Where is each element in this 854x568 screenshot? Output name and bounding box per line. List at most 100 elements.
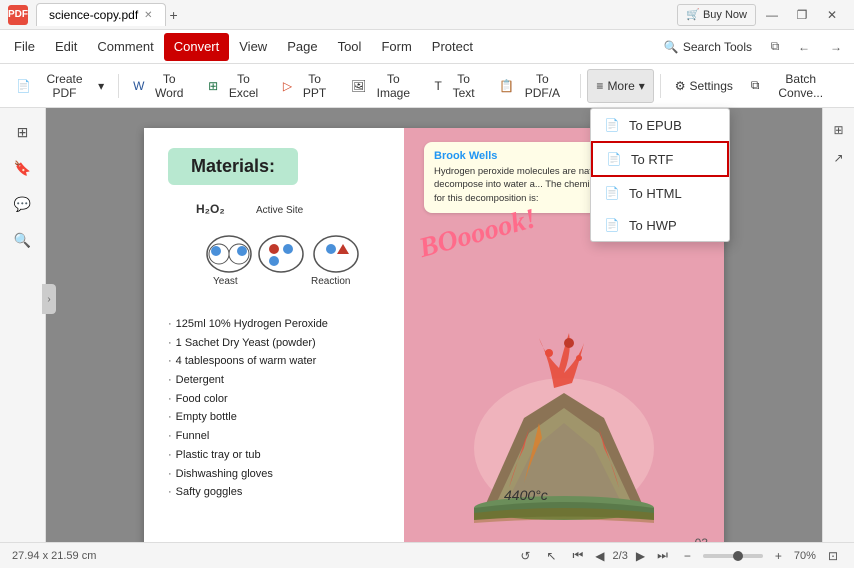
rtf-label: To RTF xyxy=(631,152,673,167)
to-excel-btn[interactable]: ⊞ To Excel xyxy=(200,69,273,103)
mat-10: Safty goggles xyxy=(176,483,243,502)
toolbar-divider-2 xyxy=(580,74,581,98)
to-word-btn[interactable]: W To Word xyxy=(125,69,198,103)
search-panel-icon[interactable]: 🔍 xyxy=(7,224,39,256)
status-bar: 27.94 x 21.59 cm ↺ ↖ ⏮ ◀ 2/3 ▶ ⏭ − + 70%… xyxy=(0,542,854,568)
menu-form[interactable]: Form xyxy=(371,33,421,61)
menu-tool[interactable]: Tool xyxy=(328,33,372,61)
pdf-left-content: Materials: H₂O₂ Active Site xyxy=(144,128,404,542)
page-indicator: 2/3 xyxy=(613,550,628,562)
menu-page[interactable]: Page xyxy=(277,33,327,61)
mat-1: 125ml 10% Hydrogen Peroxide xyxy=(176,315,328,334)
to-html-item[interactable]: 📄 To HTML xyxy=(591,177,729,209)
buy-now-icon: 🛒 xyxy=(686,8,700,21)
right-icon-2[interactable]: ↗ xyxy=(827,146,851,170)
menu-bar: File Edit Comment Convert View Page Tool… xyxy=(0,30,854,64)
to-pdfa-icon: 📋 xyxy=(499,79,514,93)
epub-icon: 📄 xyxy=(603,116,621,134)
forward-btn[interactable]: → xyxy=(822,36,850,58)
add-tab-btn[interactable]: + xyxy=(170,7,178,23)
buy-now-btn[interactable]: 🛒 Buy Now xyxy=(677,4,756,26)
to-hwp-item[interactable]: 📄 To HWP xyxy=(591,209,729,241)
create-pdf-label: Create PDF xyxy=(35,72,94,100)
last-page-btn[interactable]: ⏭ xyxy=(653,546,672,565)
toolbar-divider-3 xyxy=(660,74,661,98)
status-right: ↺ ↖ ⏮ ◀ 2/3 ▶ ⏭ − + 70% ⊡ xyxy=(516,546,842,565)
to-ppt-btn[interactable]: ▷ To PPT xyxy=(275,69,341,103)
mat-8: Plastic tray or tub xyxy=(176,446,261,465)
to-image-btn[interactable]: 🖼 To Image xyxy=(343,69,424,103)
first-page-btn[interactable]: ⏮ xyxy=(568,546,587,565)
to-rtf-item[interactable]: 📄 To RTF xyxy=(591,141,729,177)
menu-view[interactable]: View xyxy=(229,33,277,61)
close-btn[interactable]: ✕ xyxy=(818,4,846,26)
molecule-diagram: H₂O₂ Active Site xyxy=(191,199,361,299)
comment-panel-icon[interactable]: 💬 xyxy=(7,188,39,220)
menu-file[interactable]: File xyxy=(4,33,45,61)
page-navigation: ⏮ ◀ 2/3 ▶ ⏭ xyxy=(568,546,671,565)
zoom-slider[interactable] xyxy=(703,554,763,558)
volcano-container xyxy=(404,328,724,528)
minimize-btn[interactable]: — xyxy=(758,4,786,26)
to-pdfa-btn[interactable]: 📋 To PDF/A xyxy=(491,69,574,103)
mat-3: 4 tablespoons of warm water xyxy=(176,352,317,371)
next-page-btn[interactable]: ▶ xyxy=(632,547,649,565)
zoom-in-btn[interactable]: + xyxy=(771,547,786,565)
batch-convert-btn[interactable]: ⧉ Batch Conve... xyxy=(743,69,846,103)
to-word-label: To Word xyxy=(148,72,190,100)
temp-text: 4400°c xyxy=(504,487,548,503)
to-text-icon: T xyxy=(434,79,441,93)
mat-4: Detergent xyxy=(176,371,224,390)
svg-text:Active Site: Active Site xyxy=(256,205,304,216)
svg-text:Reaction: Reaction xyxy=(311,276,350,287)
title-bar: PDF science-copy.pdf ✕ + 🛒 Buy Now — ❐ ✕ xyxy=(0,0,854,30)
to-ppt-icon: ▷ xyxy=(283,79,292,93)
create-pdf-btn[interactable]: 📄 Create PDF ▾ xyxy=(8,69,112,103)
create-pdf-icon: 📄 xyxy=(16,79,31,93)
toolbar-divider-1 xyxy=(118,74,119,98)
bookmark-icon[interactable]: 🔖 xyxy=(7,152,39,184)
more-dropdown: 📄 To EPUB 📄 To RTF 📄 To HTML 📄 To HWP xyxy=(590,108,730,242)
search-tools-btn[interactable]: 🔍 Search Tools xyxy=(656,30,760,64)
right-icon-1[interactable]: ⊞ xyxy=(827,118,851,142)
svg-text:H₂O₂: H₂O₂ xyxy=(196,202,225,216)
settings-btn[interactable]: ⚙ Settings xyxy=(667,69,741,103)
app-icon: PDF xyxy=(8,5,28,25)
cursor-btn[interactable]: ↖ xyxy=(542,547,560,565)
to-excel-icon: ⊞ xyxy=(208,79,218,93)
left-panel: ⊞ 🔖 💬 🔍 xyxy=(0,108,46,542)
fit-page-btn[interactable]: ⊡ xyxy=(824,547,842,565)
batch-label: Batch Conve... xyxy=(763,72,838,100)
volcano-svg xyxy=(424,328,704,528)
to-text-btn[interactable]: T To Text xyxy=(426,69,489,103)
toolbar: 📄 Create PDF ▾ W To Word ⊞ To Excel ▷ To… xyxy=(0,64,854,108)
to-pdfa-label: To PDF/A xyxy=(518,72,566,100)
panel-collapse-btn[interactable]: › xyxy=(42,284,56,314)
rtf-icon: 📄 xyxy=(605,150,623,168)
more-label: More xyxy=(607,79,634,93)
settings-label: Settings xyxy=(690,79,733,93)
materials-header: Materials: xyxy=(168,148,298,185)
zoom-out-btn[interactable]: − xyxy=(680,547,695,565)
menu-edit[interactable]: Edit xyxy=(45,33,87,61)
prev-page-btn[interactable]: ◀ xyxy=(591,547,608,565)
zoom-level: 70% xyxy=(794,550,816,562)
more-btn[interactable]: ≡ More ▾ xyxy=(587,69,653,103)
search-tools-label: Search Tools xyxy=(683,40,752,54)
rotate-btn[interactable]: ↺ xyxy=(516,547,534,565)
menu-convert[interactable]: Convert xyxy=(164,33,230,61)
active-tab[interactable]: science-copy.pdf ✕ xyxy=(36,3,166,26)
maximize-btn[interactable]: ❐ xyxy=(788,4,816,26)
dimensions-text: 27.94 x 21.59 cm xyxy=(12,550,96,562)
open-window-btn[interactable]: ⧉ xyxy=(764,36,786,58)
pages-icon[interactable]: ⊞ xyxy=(7,116,39,148)
menu-comment[interactable]: Comment xyxy=(87,33,163,61)
tab-close-btn[interactable]: ✕ xyxy=(144,10,152,21)
more-icon: ≡ xyxy=(596,79,603,93)
settings-icon: ⚙ xyxy=(675,79,686,93)
menu-protect[interactable]: Protect xyxy=(422,33,483,61)
to-epub-item[interactable]: 📄 To EPUB xyxy=(591,109,729,141)
total-pages: 3 xyxy=(622,550,628,562)
back-btn[interactable]: ← xyxy=(790,36,818,58)
hwp-label: To HWP xyxy=(629,218,677,233)
